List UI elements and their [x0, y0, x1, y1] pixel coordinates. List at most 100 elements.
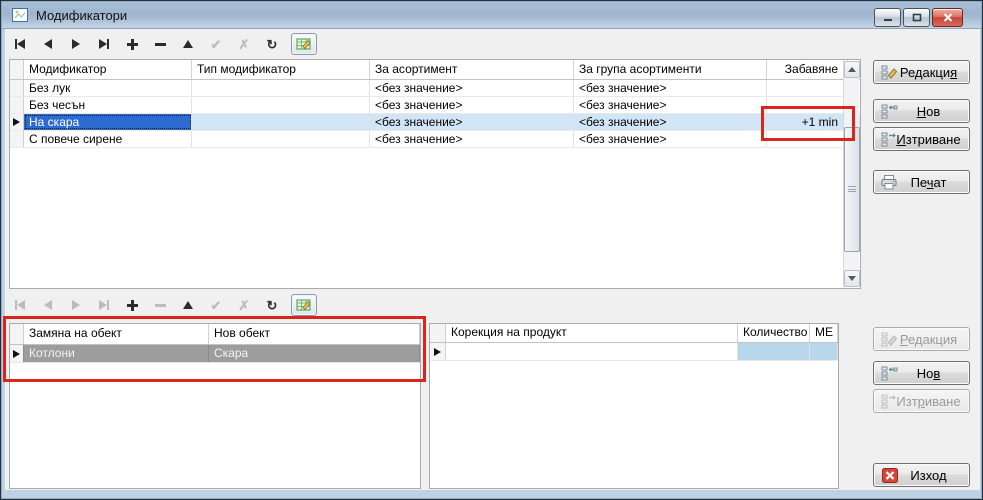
- table-row[interactable]: С повече сирене <без значение> <без знач…: [10, 131, 860, 148]
- scroll-down-button[interactable]: [844, 270, 860, 287]
- current-row-indicator: [430, 343, 446, 360]
- post-edit-icon: ✔: [207, 297, 225, 313]
- cell-modifier[interactable]: Без лук: [24, 80, 192, 96]
- table-row[interactable]: Без чесън <без значение> <без значение>: [10, 97, 860, 114]
- cell-modifier[interactable]: С повече сирене: [24, 131, 192, 147]
- annotation-delay-highlight: [761, 106, 855, 141]
- scrollbar-thumb[interactable]: [844, 127, 860, 252]
- cell-group[interactable]: <без значение>: [574, 114, 767, 130]
- column-header-type[interactable]: Тип модификатор: [192, 60, 370, 79]
- edit-list-icon: [881, 332, 898, 347]
- cell-group[interactable]: <без значение>: [574, 80, 767, 96]
- cell-delay[interactable]: [767, 80, 844, 96]
- edit-record-icon[interactable]: [179, 297, 197, 313]
- table-row-selected[interactable]: На скара <без значение> <без значение> +…: [10, 114, 860, 131]
- insert-record-icon[interactable]: [123, 36, 141, 52]
- edit-button[interactable]: Редакция: [873, 60, 970, 84]
- cell-group[interactable]: <без значение>: [574, 131, 767, 147]
- cell-assortment[interactable]: <без значение>: [370, 114, 574, 130]
- insert-record-icon[interactable]: [123, 297, 141, 313]
- column-header-assortment[interactable]: За асортимент: [370, 60, 574, 79]
- cell-assortment[interactable]: <без значение>: [370, 80, 574, 96]
- last-record-icon: [95, 297, 113, 313]
- last-record-icon[interactable]: [95, 36, 113, 52]
- minimize-button[interactable]: [874, 8, 901, 27]
- edit-list-icon: [881, 65, 898, 80]
- cell-quantity[interactable]: [738, 343, 810, 360]
- window-title: Модификатори: [36, 8, 127, 23]
- scroll-up-button[interactable]: [844, 61, 860, 78]
- maximize-button[interactable]: [903, 8, 930, 27]
- client-area: ✔ ✗ ↻ Модификатор Тип модификатор За асо…: [5, 29, 980, 490]
- delete-list-icon: [881, 394, 898, 409]
- print-button[interactable]: Печат: [873, 170, 970, 194]
- product-correction-grid: Корекция на продукт Количество МЕ: [429, 323, 839, 489]
- first-record-icon[interactable]: [11, 36, 29, 52]
- modifiers-grid: Модификатор Тип модификатор За асортимен…: [9, 59, 861, 289]
- next-record-icon[interactable]: [67, 36, 85, 52]
- customize-grid-button[interactable]: [291, 294, 317, 316]
- cancel-edit-icon: ✗: [235, 297, 253, 313]
- delete-list-icon: [881, 132, 898, 147]
- row-gutter: [10, 131, 24, 147]
- cell-type[interactable]: [192, 97, 370, 113]
- row-gutter: [10, 97, 24, 113]
- cancel-edit-icon: ✗: [235, 36, 253, 52]
- grid-edit-icon: [296, 37, 312, 51]
- gutter-header: [430, 324, 446, 342]
- vertical-scrollbar[interactable]: [843, 61, 859, 287]
- new-list-icon: [881, 366, 898, 381]
- cell-group[interactable]: <без значение>: [574, 97, 767, 113]
- annotation-replace-grid-highlight: [3, 316, 426, 382]
- detail-new-button[interactable]: Нов: [873, 361, 970, 385]
- prior-record-icon: [39, 297, 57, 313]
- exit-icon: [881, 468, 898, 483]
- row-gutter: [10, 80, 24, 96]
- grid-edit-icon: [296, 298, 312, 312]
- new-button[interactable]: Нов: [873, 99, 970, 123]
- cell-modifier[interactable]: Без чесън: [24, 97, 192, 113]
- close-button[interactable]: [932, 8, 963, 27]
- next-record-icon: [67, 297, 85, 313]
- new-list-icon: [881, 104, 898, 119]
- main-navigator-toolbar: ✔ ✗ ↻: [11, 32, 317, 56]
- customize-grid-button[interactable]: [291, 33, 317, 55]
- cell-assortment[interactable]: <без значение>: [370, 131, 574, 147]
- column-header-unit[interactable]: МЕ: [810, 324, 838, 342]
- cell-assortment[interactable]: <без значение>: [370, 97, 574, 113]
- cell-type[interactable]: [192, 131, 370, 147]
- current-row-indicator: [10, 114, 24, 130]
- table-row-empty[interactable]: [430, 343, 838, 361]
- exit-button[interactable]: Изход: [873, 463, 970, 487]
- correction-grid-header: Корекция на продукт Количество МЕ: [430, 324, 838, 343]
- post-edit-icon: ✔: [207, 36, 225, 52]
- gutter-header: [10, 60, 24, 79]
- first-record-icon: [11, 297, 29, 313]
- refresh-icon[interactable]: ↻: [263, 36, 281, 52]
- column-header-product-correction[interactable]: Корекция на продукт: [446, 324, 738, 342]
- cell-modifier-selected[interactable]: На скара: [24, 114, 192, 130]
- delete-record-icon[interactable]: [151, 36, 169, 52]
- cell-product[interactable]: [446, 343, 738, 360]
- window-icon: [12, 8, 28, 22]
- titlebar[interactable]: Модификатори: [2, 2, 981, 29]
- column-header-quantity[interactable]: Количество: [738, 324, 810, 342]
- printer-icon: [881, 175, 898, 190]
- delete-button[interactable]: Изтриване: [873, 127, 970, 151]
- detail-delete-button: Изтриване: [873, 389, 970, 413]
- column-header-delay[interactable]: Забавяне: [767, 60, 844, 79]
- column-header-group[interactable]: За група асортименти: [574, 60, 767, 79]
- edit-record-icon[interactable]: [179, 36, 197, 52]
- detail-edit-button: Редакция: [873, 327, 970, 351]
- cell-type[interactable]: [192, 114, 370, 130]
- cell-unit[interactable]: [810, 343, 838, 360]
- detail-navigator-toolbar: ✔ ✗ ↻: [11, 293, 317, 317]
- cell-type[interactable]: [192, 80, 370, 96]
- table-row[interactable]: Без лук <без значение> <без значение>: [10, 80, 860, 97]
- prior-record-icon[interactable]: [39, 36, 57, 52]
- column-header-modifier[interactable]: Модификатор: [24, 60, 192, 79]
- modifiers-window: Модификатори ✔ ✗ ↻ Мо: [0, 0, 983, 500]
- delete-record-icon: [151, 297, 169, 313]
- modifiers-grid-header: Модификатор Тип модификатор За асортимен…: [10, 60, 860, 80]
- refresh-icon[interactable]: ↻: [263, 297, 281, 313]
